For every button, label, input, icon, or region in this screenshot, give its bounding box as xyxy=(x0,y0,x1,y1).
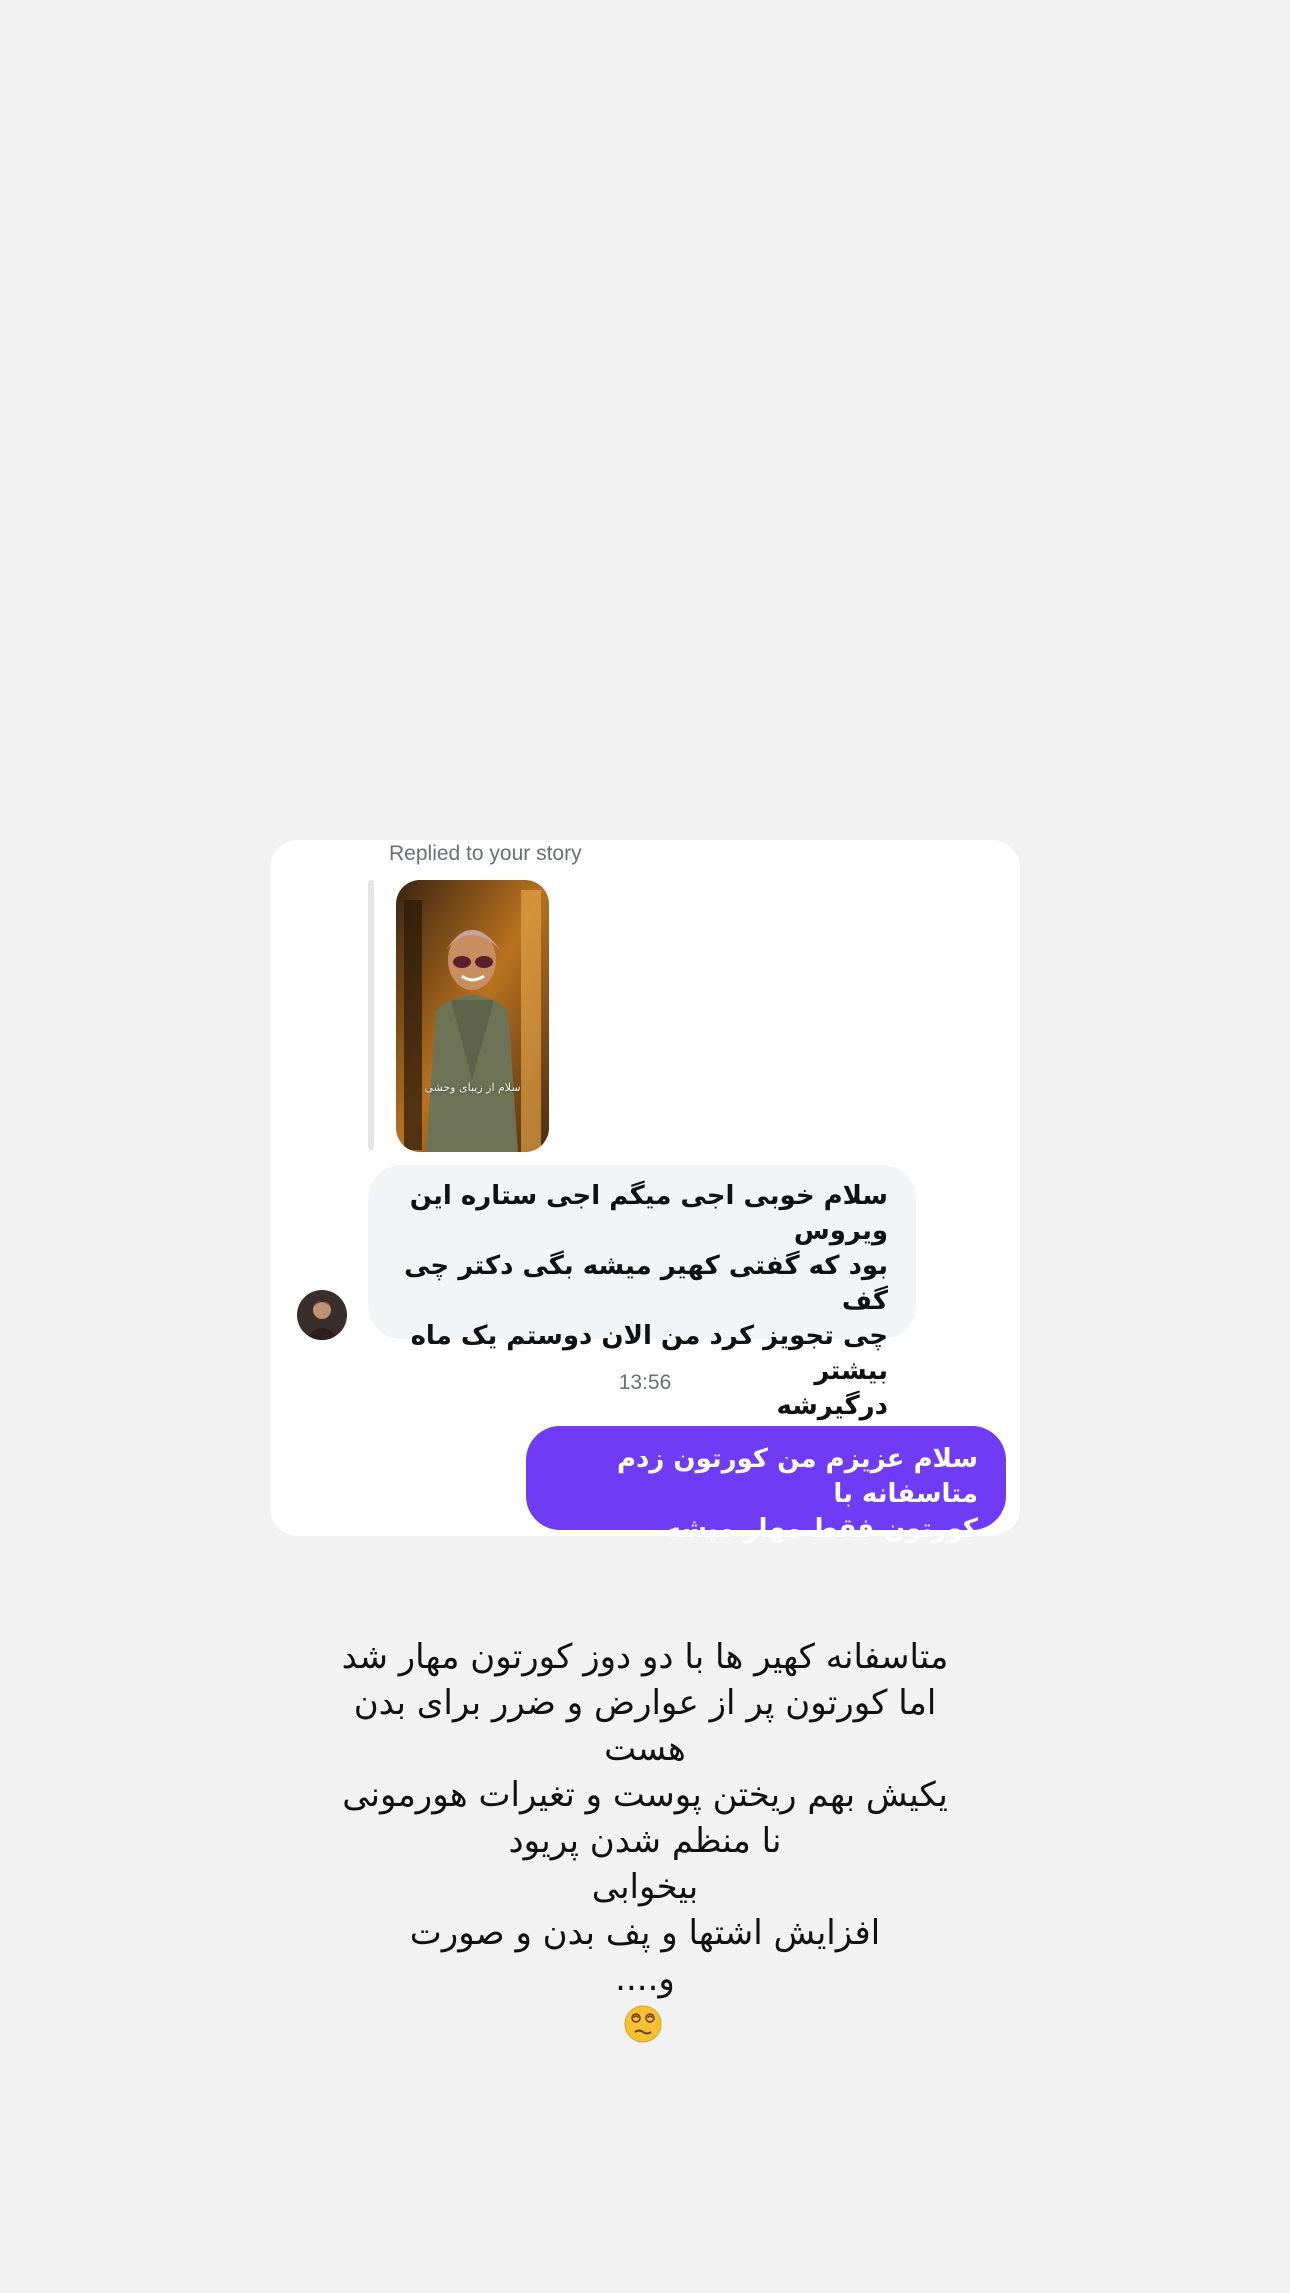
caption-line: متاسفانه کهیر ها با دو دوز کورتون مهار ش… xyxy=(341,1637,949,1677)
caption-line: هست xyxy=(604,1729,686,1769)
caption-line: افزایش اشتها و پف بدن و صورت xyxy=(409,1913,881,1953)
caption-line: و.... xyxy=(615,1959,675,1999)
outgoing-message-bubble[interactable]: سلام عزیزم من کورتون زدم متاسفانه با کور… xyxy=(526,1426,1006,1544)
story-photo xyxy=(396,880,549,1152)
sender-avatar[interactable] xyxy=(297,1290,347,1340)
story-caption-text: سلام از زیبای وحشی xyxy=(424,1081,521,1094)
incoming-message-line: بود که گفتی کهیر میشه بگی دکتر چی گف xyxy=(404,1251,888,1316)
caption-line: یکیش بهم ریختن پوست و تغیرات هورمونی xyxy=(342,1775,948,1815)
outgoing-message-line: سلام عزیزم من کورتون زدم متاسفانه با xyxy=(616,1444,978,1509)
caption-line: بیخوابی xyxy=(591,1867,699,1907)
dizzy-face-emoji-icon xyxy=(624,2005,662,2043)
outgoing-message-line: کورتون فقط مهار میشه xyxy=(665,1514,978,1544)
reply-quote-bar xyxy=(368,880,374,1150)
caption-line: نا منظم شدن پریود xyxy=(508,1821,782,1861)
message-timestamp: 13:56 xyxy=(618,1371,672,1394)
incoming-message-line: سلام خوبی اجی میگم اجی ستاره این ویروس xyxy=(409,1181,888,1246)
incoming-message-bubble[interactable]: سلام خوبی اجی میگم اجی ستاره این ویروس ب… xyxy=(368,1165,916,1421)
story-thumbnail[interactable]: سلام از زیبای وحشی xyxy=(396,880,549,1152)
avatar-photo xyxy=(297,1290,347,1340)
chat-screenshot-card: Replied to your story سلام از زیبای وحشی xyxy=(270,840,1020,1544)
story-caption-block: متاسفانه کهیر ها با دو دوز کورتون مهار ش… xyxy=(240,1634,1050,2002)
replied-to-story-label: Replied to your story xyxy=(389,842,582,865)
caption-line: اما کورتون پر از عوارض و ضرر برای بدن xyxy=(353,1683,937,1723)
